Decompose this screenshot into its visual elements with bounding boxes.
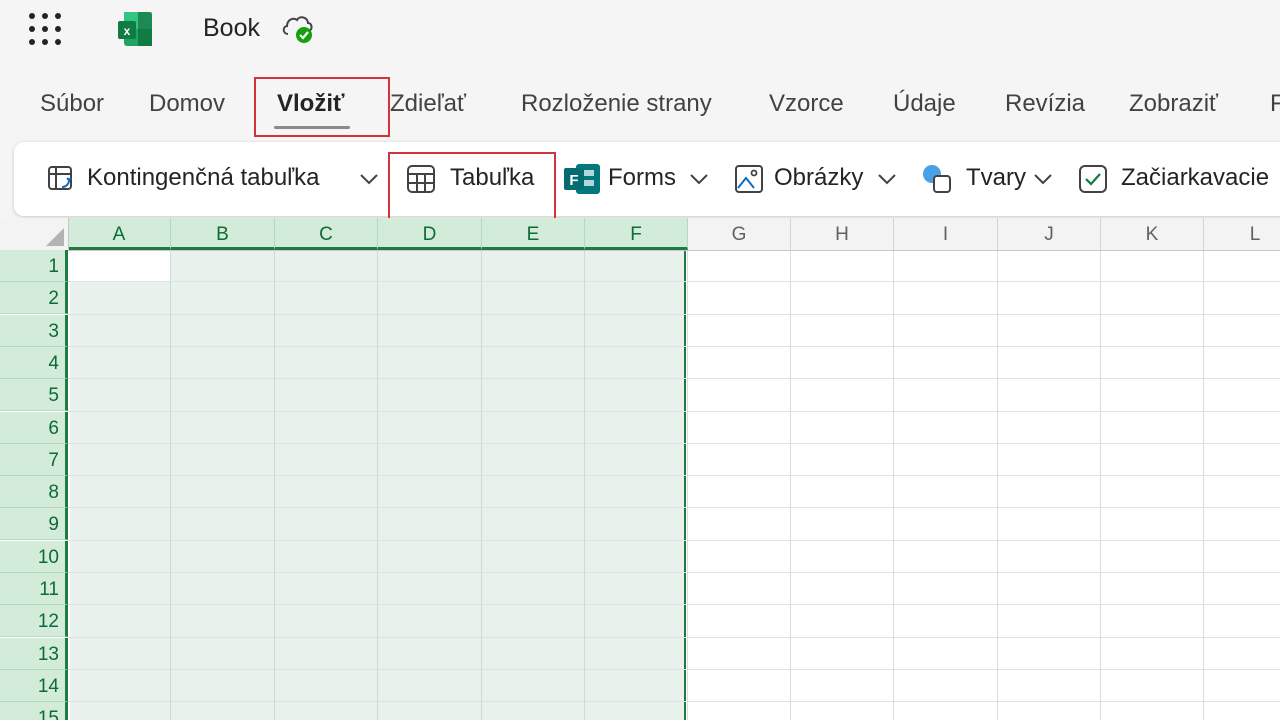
row-gridline [68,701,1280,703]
column-header-d[interactable]: D [378,218,482,250]
row-gridline [68,668,1280,670]
column-gridline [481,250,482,720]
column-header-c[interactable]: C [275,218,378,250]
column-header-j[interactable]: J [998,218,1101,250]
svg-text:F: F [569,172,578,189]
pivot-table-label: Kontingenčná tabuľka [87,164,320,191]
row-gridline [68,378,1280,380]
column-header-b[interactable]: B [171,218,275,250]
row-header-11[interactable]: 11 [0,573,68,605]
insert-tab-highlight [254,77,390,137]
column-gridline [790,250,791,720]
column-header-i[interactable]: I [894,218,998,250]
forms-button[interactable]: F Forms [562,142,712,216]
checkbox-label: Začiarkavacie [1121,164,1270,191]
tab-data[interactable]: Údaje [893,88,956,120]
app-launcher-icon[interactable] [28,12,62,46]
picture-icon [735,165,763,193]
shapes-button[interactable]: Tvary [920,142,1060,216]
row-header-10[interactable]: 10 [0,540,68,573]
column-gridline [1100,250,1101,720]
row-header-7[interactable]: 7 [0,443,68,476]
row-gridline [68,604,1280,606]
tab-view[interactable]: Zobraziť [1129,88,1218,120]
chevron-down-icon [360,174,378,185]
row-gridline [68,442,1280,444]
tab-file[interactable]: Súbor [40,88,104,120]
tab-home[interactable]: Domov [149,88,225,120]
row-header-1[interactable]: 1 [0,250,68,282]
column-header-f[interactable]: F [585,218,688,250]
row-gridline [68,539,1280,541]
row-gridline [68,281,1280,283]
column-header-l[interactable]: L [1204,218,1280,250]
chevron-down-icon [690,174,708,185]
column-headers: ABCDEFGHIJKL [0,218,1280,251]
column-gridline [170,250,171,720]
select-all-corner[interactable] [0,218,69,250]
tab-formulas[interactable]: Vzorce [769,88,844,120]
row-header-9[interactable]: 9 [0,508,68,541]
shapes-label: Tvary [966,164,1026,191]
column-gridline [584,250,585,720]
row-gridline [68,507,1280,509]
chevron-down-icon [1034,174,1052,185]
pivot-table-button[interactable]: Kontingenčná tabuľka [44,142,384,216]
shapes-icon [923,165,951,193]
row-gridline [68,572,1280,573]
column-header-k[interactable]: K [1101,218,1204,250]
pictures-label: Obrázky [774,164,864,191]
row-gridline [68,345,1280,347]
row-header-5[interactable]: 5 [0,379,68,412]
insert-ribbon: Kontingenčná tabuľka Tabuľka F Forms Obr… [14,142,1280,216]
row-header-8[interactable]: 8 [0,476,68,509]
row-header-13[interactable]: 13 [0,637,68,670]
row-header-4[interactable]: 4 [0,346,68,379]
table-button-highlight [388,152,556,220]
pictures-button[interactable]: Obrázky [734,142,904,216]
column-gridline [997,250,998,720]
column-gridline [377,250,378,720]
forms-icon: F [564,164,600,194]
column-gridline [893,250,894,720]
active-cell-a1[interactable] [70,251,171,281]
chevron-down-icon [878,174,896,185]
row-header-14[interactable]: 14 [0,669,68,702]
row-gridline [68,410,1280,412]
row-gridline [68,475,1280,477]
spreadsheet-grid[interactable]: ABCDEFGHIJKL 1 2 3 4 5 6 7 8 9 10 11 12 13 14 15 [0,218,1280,720]
tab-share[interactable]: Zdieľať [390,88,466,120]
checkbox-icon [1079,165,1107,193]
row-header-2[interactable]: 2 [0,282,68,315]
svg-text:x: x [124,24,131,38]
column-header-a[interactable]: A [68,218,171,250]
row-gridline [68,636,1280,638]
column-gridline [1203,250,1204,720]
excel-window: x Book Súbor Domov Vložiť Zdieľať Rozlož… [0,0,1280,720]
excel-logo-icon[interactable]: x [116,10,154,48]
selected-range [70,250,686,720]
tab-overflow[interactable]: F [1270,88,1280,120]
forms-label: Forms [608,164,676,191]
checkbox-button[interactable]: Začiarkavacie [1078,142,1280,216]
column-gridline [687,250,688,720]
tab-page-layout[interactable]: Rozloženie strany [521,88,712,120]
row-header-15[interactable]: 15 [0,702,68,720]
row-header-6[interactable]: 6 [0,411,68,444]
tab-review[interactable]: Revízia [1005,88,1085,120]
column-header-h[interactable]: H [791,218,894,250]
cloud-saved-icon[interactable] [280,12,316,46]
row-header-3[interactable]: 3 [0,314,68,347]
pivot-table-icon [48,166,72,190]
document-title[interactable]: Book [203,12,260,44]
row-header-12[interactable]: 12 [0,605,68,638]
title-bar: x Book [0,0,1280,60]
column-header-g[interactable]: G [688,218,791,250]
column-header-e[interactable]: E [482,218,585,250]
ribbon-tabs: Súbor Domov Vložiť Zdieľať Rozloženie st… [0,76,1280,134]
column-gridline [274,250,275,720]
row-gridline [68,313,1280,315]
